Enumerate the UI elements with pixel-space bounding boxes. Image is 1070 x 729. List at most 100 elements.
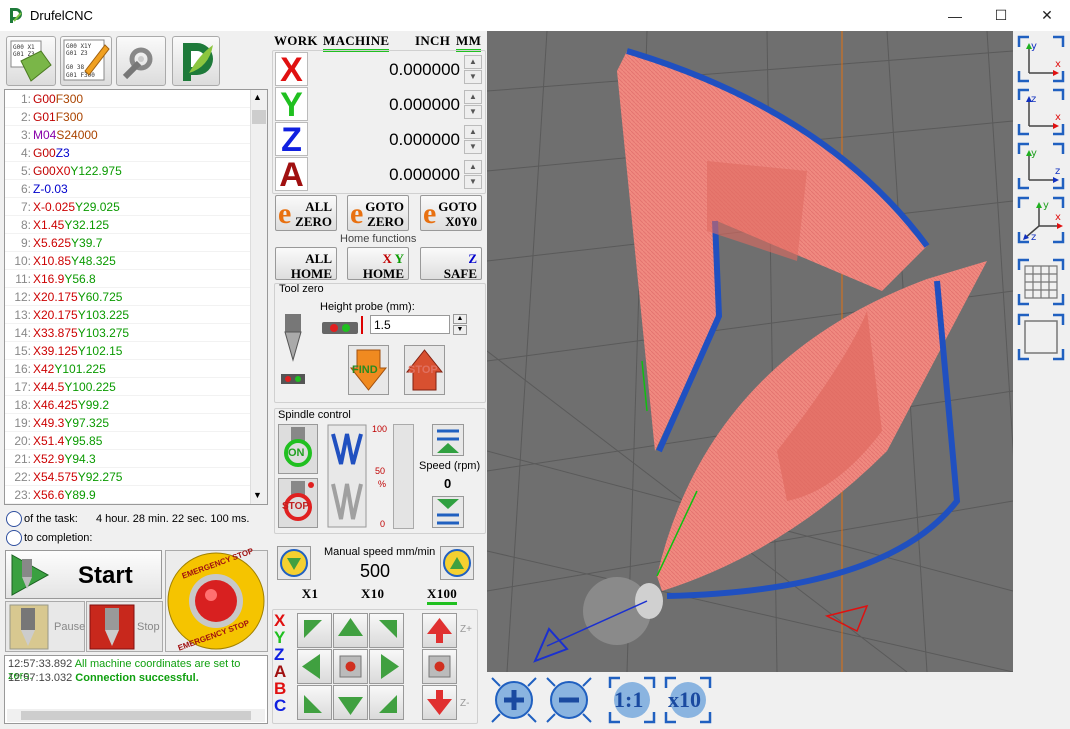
axis-x-icon[interactable]: X xyxy=(275,52,308,87)
jog-down-left-button[interactable] xyxy=(297,685,332,720)
gcode-line[interactable]: 1: G00F300 xyxy=(5,90,267,108)
scroll-thumb[interactable] xyxy=(252,110,266,124)
gcode-line[interactable]: 7: X-0.025Y29.025 xyxy=(5,198,267,216)
jog-up-right-button[interactable] xyxy=(369,613,404,648)
axis-y-icon[interactable]: Y xyxy=(275,87,308,122)
spindle-on-button[interactable]: ON xyxy=(278,424,318,474)
minimize-button[interactable]: — xyxy=(932,0,978,31)
jog-right-button[interactable] xyxy=(369,649,404,684)
axis-a-up[interactable]: ▲ xyxy=(464,160,482,174)
toggle-border-button[interactable] xyxy=(1017,313,1065,361)
gcode-line[interactable]: 11: X16.9Y56.8 xyxy=(5,270,267,288)
jog-down-right-button[interactable] xyxy=(369,685,404,720)
pause-button[interactable]: Pause xyxy=(5,601,85,652)
gcode-line[interactable]: 5: G00X0Y122.975 xyxy=(5,162,267,180)
gcode-line[interactable]: 21: X52.9Y94.3 xyxy=(5,450,267,468)
open-file-button[interactable]: G00 X1 G01 Z3 xyxy=(6,36,56,86)
gcode-line[interactable]: 4: G00Z3 xyxy=(5,144,267,162)
zoom-fit-button[interactable]: 1:1 xyxy=(608,676,656,724)
stop-button[interactable]: Stop xyxy=(86,601,163,652)
gcode-line[interactable]: 14: X33.875Y103.275 xyxy=(5,324,267,342)
zoom-x10-button[interactable]: x10 xyxy=(664,676,712,724)
gcode-line[interactable]: 22: X54.575Y92.275 xyxy=(5,468,267,486)
spindle-stop-button[interactable]: STOP xyxy=(278,478,318,528)
jog-z-minus-button[interactable] xyxy=(422,685,457,720)
probe-stop-button[interactable]: STOP xyxy=(404,345,445,395)
gcode-line[interactable]: 6: Z-0.03 xyxy=(5,180,267,198)
zoom-in-button[interactable] xyxy=(490,676,538,724)
axis-x-down[interactable]: ▼ xyxy=(464,70,482,84)
axis-z-up[interactable]: ▲ xyxy=(464,125,482,139)
gcode-line[interactable]: 16: X42Y101.225 xyxy=(5,360,267,378)
axis-y-down[interactable]: ▼ xyxy=(464,105,482,119)
view-xz-button[interactable]: zx xyxy=(1017,88,1065,136)
all-home-button[interactable]: ALL HOME xyxy=(275,247,337,281)
scroll-up-icon[interactable]: ▲ xyxy=(253,92,262,102)
view-yz-button[interactable]: yz xyxy=(1017,142,1065,190)
axis-a-icon[interactable]: A xyxy=(275,157,308,192)
gcode-line[interactable]: 15: X39.125Y102.15 xyxy=(5,342,267,360)
emergency-stop-button[interactable]: EMERGENCY STOP EMERGENCY STOP xyxy=(165,546,268,653)
jog-left-button[interactable] xyxy=(297,649,332,684)
about-button[interactable] xyxy=(172,36,220,86)
axis-x-up[interactable]: ▲ xyxy=(464,55,482,69)
jog-z-plus-button[interactable] xyxy=(422,613,457,648)
gcode-line[interactable]: 10: X10.85Y48.325 xyxy=(5,252,267,270)
gcode-line[interactable]: 3: M04S24000 xyxy=(5,126,267,144)
z-safe-button[interactable]: Z SAFE xyxy=(420,247,482,281)
toggle-grid-button[interactable] xyxy=(1017,258,1065,306)
probe-find-button[interactable]: FIND xyxy=(348,345,389,395)
speed-increase-button[interactable] xyxy=(440,546,474,580)
jog-up-button[interactable] xyxy=(333,613,368,648)
jog-axis-b[interactable]: B xyxy=(274,680,286,697)
axis-z-icon[interactable]: Z xyxy=(275,122,308,157)
settings-button[interactable] xyxy=(116,36,166,86)
spindle-speed-slider[interactable] xyxy=(393,424,414,529)
view-xy-button[interactable]: yx xyxy=(1017,35,1065,83)
close-button[interactable]: ✕ xyxy=(1024,0,1070,31)
maximize-button[interactable]: ☐ xyxy=(978,0,1024,31)
zoom-out-button[interactable] xyxy=(545,676,593,724)
jog-center-button[interactable] xyxy=(333,649,368,684)
jog-down-button[interactable] xyxy=(333,685,368,720)
height-probe-input[interactable] xyxy=(370,315,450,334)
spindle-speed-down-button[interactable] xyxy=(432,496,464,528)
gcode-line[interactable]: 9: X5.625Y39.7 xyxy=(5,234,267,252)
axis-a-down[interactable]: ▼ xyxy=(464,175,482,189)
gcode-scrollbar[interactable]: ▲ ▼ xyxy=(250,90,267,504)
jog-axis-a[interactable]: A xyxy=(274,663,286,680)
gcode-line[interactable]: 17: X44.5Y100.225 xyxy=(5,378,267,396)
spindle-speed-up-button[interactable] xyxy=(432,424,464,456)
axis-y-up[interactable]: ▲ xyxy=(464,90,482,104)
jog-z-center-button[interactable] xyxy=(422,649,457,684)
step-x1-button[interactable]: X1 xyxy=(295,586,325,602)
step-x100-button[interactable]: X100 xyxy=(427,586,458,605)
jog-up-left-button[interactable] xyxy=(297,613,332,648)
gcode-line[interactable]: 19: X49.3Y97.325 xyxy=(5,414,267,432)
axis-z-down[interactable]: ▼ xyxy=(464,140,482,154)
tab-work[interactable]: WORK xyxy=(274,33,318,49)
step-x10-button[interactable]: X10 xyxy=(361,586,384,602)
gcode-line[interactable]: 8: X1.45Y32.125 xyxy=(5,216,267,234)
gcode-line[interactable]: 2: G01F300 xyxy=(5,108,267,126)
gcode-list[interactable]: 1: G00F300 2: G01F300 3: M04S24000 4: G00Z3 5: G0… xyxy=(4,89,268,505)
toolpath-3d-viewport[interactable] xyxy=(487,31,1013,672)
start-button[interactable]: Start xyxy=(5,550,162,599)
edit-gcode-button[interactable]: G00 X1Y G01 Z3 G0 38 G01 F300 xyxy=(60,36,112,86)
gcode-line[interactable]: 20: X51.4Y95.85 xyxy=(5,432,267,450)
gcode-line[interactable]: 23: X56.6Y89.9 xyxy=(5,486,267,504)
gcode-line[interactable]: 13: X20.175Y103.225 xyxy=(5,306,267,324)
jog-axis-z[interactable]: Z xyxy=(274,646,286,663)
scroll-down-icon[interactable]: ▼ xyxy=(253,490,262,500)
jog-axis-x[interactable]: X xyxy=(274,612,286,629)
view-3d-button[interactable]: yx z xyxy=(1017,196,1065,244)
gcode-line[interactable]: 12: X20.175Y60.725 xyxy=(5,288,267,306)
probe-up-spin[interactable]: ▲ xyxy=(453,314,467,324)
speed-decrease-button[interactable] xyxy=(277,546,311,580)
probe-down-spin[interactable]: ▼ xyxy=(453,325,467,335)
xy-home-button[interactable]: X Y HOME xyxy=(347,247,409,281)
jog-axis-c[interactable]: C xyxy=(274,697,286,714)
unit-inch[interactable]: INCH xyxy=(415,33,450,49)
log-scrollbar[interactable] xyxy=(7,709,265,722)
gcode-line[interactable]: 18: X46.425Y99.2 xyxy=(5,396,267,414)
